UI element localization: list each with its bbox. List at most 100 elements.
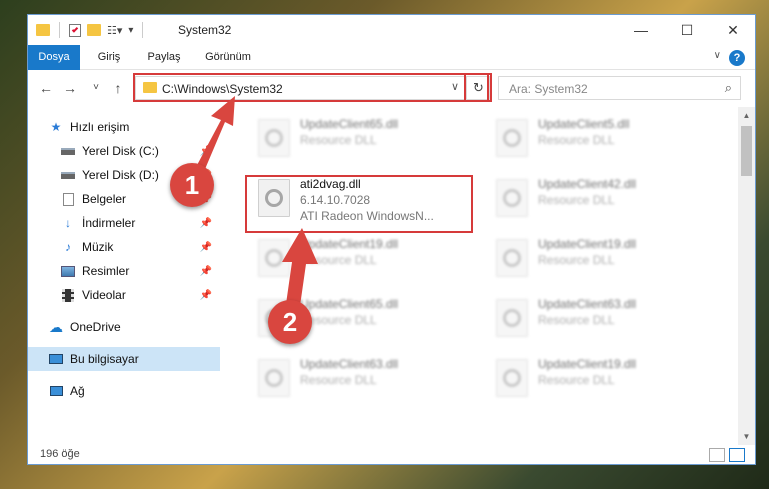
tab-giris[interactable]: Giriş <box>86 45 132 70</box>
computer-icon <box>48 352 64 366</box>
callout-badge-2: 2 <box>268 300 312 344</box>
cloud-icon: ☁ <box>49 318 63 335</box>
properties-icon[interactable] <box>69 23 81 37</box>
file-item[interactable]: UpdateClient5.dll Resource DLL <box>488 111 718 165</box>
file-name: UpdateClient63.dll <box>300 357 399 371</box>
sidebar-item-label: Videolar <box>82 288 126 302</box>
search-input[interactable]: Ara: System32 ⌕ <box>498 76 741 100</box>
pictures-icon <box>60 264 76 278</box>
file-type: Resource DLL <box>538 313 615 327</box>
details-view-icon[interactable] <box>709 448 725 462</box>
dll-file-icon <box>258 119 290 157</box>
sidebar-item-onedrive[interactable]: ☁ OneDrive <box>28 315 220 339</box>
dll-file-icon <box>496 359 528 397</box>
sidebar-item-label: Belgeler <box>82 192 127 206</box>
large-icons-view-icon[interactable] <box>729 448 745 462</box>
refresh-highlight-box <box>464 73 492 102</box>
tab-paylas[interactable]: Paylaş <box>138 45 190 70</box>
sidebar-item-label: Bu bilgisayar <box>70 352 139 366</box>
sidebar-item-label: Hızlı erişim <box>70 120 130 134</box>
sidebar-item-label: Müzik <box>82 240 114 254</box>
dll-file-icon <box>258 359 290 397</box>
sidebar-item-label: Yerel Disk (C:) <box>82 144 159 158</box>
sidebar-item-network[interactable]: Ağ <box>28 379 220 403</box>
file-type: Resource DLL <box>538 373 615 387</box>
file-item[interactable]: UpdateClient19.dll Resource DLL <box>488 231 718 285</box>
file-item[interactable]: UpdateClient63.dll Resource DLL <box>488 291 718 345</box>
music-icon: ♪ <box>65 240 71 254</box>
close-button[interactable]: ✕ <box>710 15 755 45</box>
navigation-bar: ← → ˅ ↑ C:\Windows\System32 ∨ ↻ Ara: Sys… <box>28 73 755 103</box>
file-name: UpdateClient63.dll <box>538 297 637 311</box>
file-item[interactable]: UpdateClient63.dll Resource DLL <box>250 351 480 405</box>
file-type: Resource DLL <box>538 253 615 267</box>
ribbon-tabs: Dosya Giriş Paylaş Görünüm ∨ ? <box>28 45 755 70</box>
status-bar: 196 öğe <box>28 445 755 464</box>
dll-file-icon <box>496 179 528 217</box>
maximize-button[interactable]: ☐ <box>664 15 710 45</box>
file-item[interactable]: UpdateClient19.dll Resource DLL <box>488 351 718 405</box>
sidebar-item-label: Resimler <box>82 264 130 278</box>
file-type: Resource DLL <box>300 373 377 387</box>
view-menu-icon[interactable]: ☷▾ <box>107 24 122 37</box>
forward-button[interactable]: → <box>60 76 80 100</box>
file-item[interactable]: UpdateClient42.dll Resource DLL <box>488 171 718 225</box>
new-folder-icon[interactable] <box>87 24 101 36</box>
folder-icon <box>36 24 50 36</box>
video-icon <box>60 288 76 302</box>
documents-icon <box>60 192 76 206</box>
callout-badge-1: 1 <box>170 163 214 207</box>
pin-icon[interactable]: 📌 <box>200 242 212 253</box>
sidebar-item-music[interactable]: ♪ Müzik 📌 <box>28 235 220 259</box>
item-count: 196 öğe <box>40 448 80 460</box>
search-placeholder: Ara: System32 <box>509 82 588 96</box>
sidebar-item-pictures[interactable]: Resimler 📌 <box>28 259 220 283</box>
file-type: Resource DLL <box>538 193 615 207</box>
file-name: UpdateClient42.dll <box>538 177 637 191</box>
file-name: UpdateClient65.dll <box>300 117 399 131</box>
scroll-up-arrow-icon[interactable]: ▲ <box>738 107 755 124</box>
tab-dosya[interactable]: Dosya <box>28 45 80 70</box>
network-icon <box>48 384 64 398</box>
back-button[interactable]: ← <box>36 76 56 100</box>
drive-icon <box>60 168 76 182</box>
window-title: System32 <box>178 23 232 37</box>
file-item[interactable]: UpdateClient65.dll Resource DLL <box>250 111 480 165</box>
scrollbar-thumb[interactable] <box>741 126 752 176</box>
quick-access-toolbar: ☷▾ ▾ <box>36 22 146 38</box>
toolbar-divider <box>59 22 60 38</box>
drive-icon <box>60 144 76 158</box>
toolbar-divider <box>142 22 144 38</box>
file-name: UpdateClient5.dll <box>538 117 630 131</box>
file-name: UpdateClient19.dll <box>538 237 637 251</box>
pin-icon[interactable]: 📌 <box>200 290 212 301</box>
file-type: Resource DLL <box>300 133 377 147</box>
sidebar-item-label: Ağ <box>70 384 85 398</box>
sidebar-item-label: İndirmeler <box>82 216 136 230</box>
pin-icon[interactable]: 📌 <box>200 218 212 229</box>
customize-toolbar-icon[interactable]: ▾ <box>128 25 133 36</box>
file-name: UpdateClient19.dll <box>538 357 637 371</box>
sidebar-item-downloads[interactable]: ↓ İndirmeler 📌 <box>28 211 220 235</box>
vertical-scrollbar[interactable]: ▲ ▼ <box>738 107 755 445</box>
sidebar-item-videos[interactable]: Videolar 📌 <box>28 283 220 307</box>
sidebar-item-this-pc[interactable]: Bu bilgisayar <box>28 347 220 371</box>
title-bar: ☷▾ ▾ System32 — ☐ ✕ <box>28 15 755 45</box>
recent-locations-button[interactable]: ˅ <box>86 76 106 100</box>
explorer-window: ☷▾ ▾ System32 — ☐ ✕ Dosya Giriş Paylaş G… <box>27 14 756 465</box>
dll-file-icon <box>496 299 528 337</box>
dll-file-icon <box>496 119 528 157</box>
pin-icon[interactable]: 📌 <box>200 266 212 277</box>
star-icon: ★ <box>50 120 62 134</box>
sidebar-item-label: Yerel Disk (D:) <box>82 168 159 182</box>
scroll-down-arrow-icon[interactable]: ▼ <box>738 428 755 445</box>
dll-file-icon <box>496 239 528 277</box>
sidebar-item-label: OneDrive <box>70 320 121 334</box>
up-button[interactable]: ↑ <box>108 76 128 100</box>
help-button[interactable]: ? <box>729 50 745 66</box>
download-icon: ↓ <box>65 216 71 230</box>
tab-gorunum[interactable]: Görünüm <box>196 45 260 70</box>
minimize-button[interactable]: — <box>618 15 664 45</box>
ribbon-expand-icon[interactable]: ∨ <box>714 50 721 61</box>
search-icon[interactable]: ⌕ <box>725 80 732 96</box>
